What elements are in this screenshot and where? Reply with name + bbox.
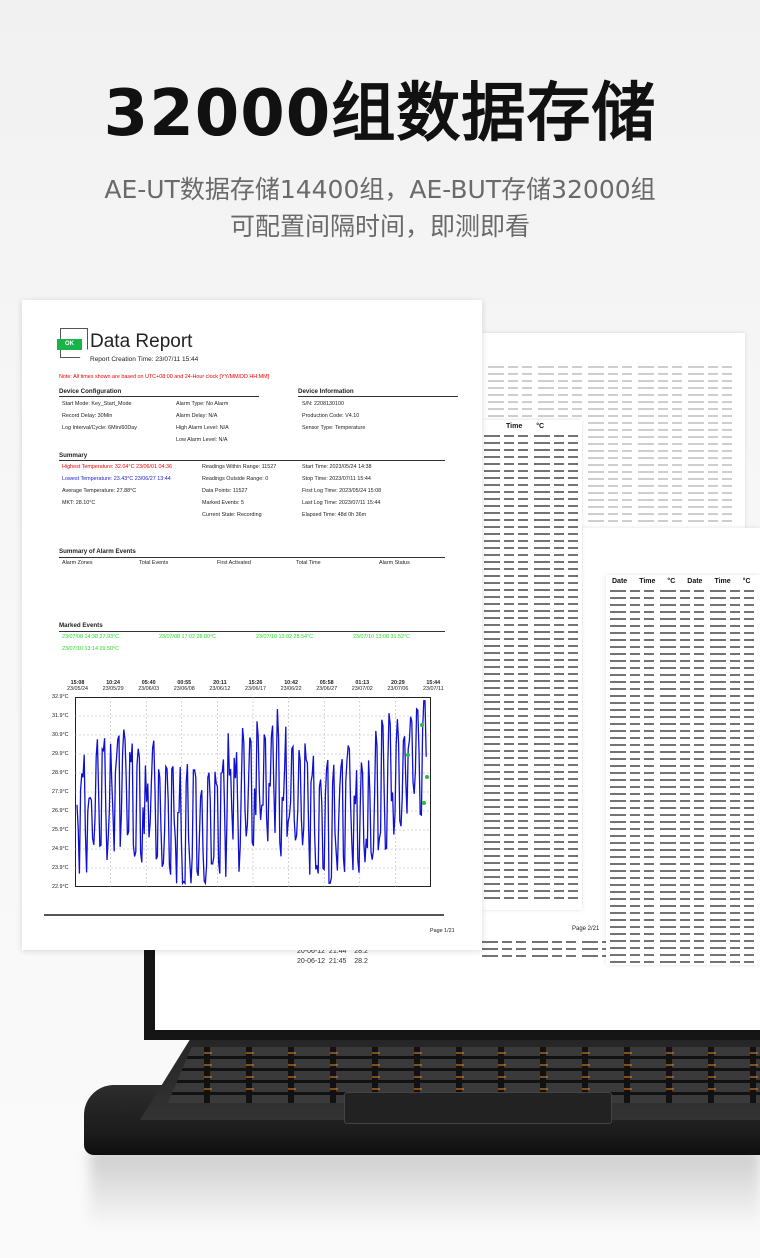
summary-item: Last Log Time: 2023/07/11 15:44 [302,500,381,506]
subtitle-line-2: 可配置间隔时间，即测即看 [229,212,530,241]
page-label: Page 1/21 [430,928,455,934]
config-item: Record Delay: 30Min [62,413,113,419]
subtitle-line-1: AE-UT数据存储14400组，AE-BUT存储32000组 [104,175,656,204]
lowest-temp: Lowest Temperature: 23.43°C 23/06/27 13:… [62,476,171,482]
info-item: Sensor Type: Temperature [302,425,366,431]
temperature-chart [75,697,431,887]
table-rows-fragment [482,938,607,960]
marked-event: 23/07/10 13:02 28.54°C [256,634,314,640]
y-tick-label: 31.9°C [52,713,69,719]
col-header: Time [639,578,656,585]
y-tick-label: 28.9°C [52,770,69,776]
marked-event-point [425,775,429,779]
x-tick-label: 01:13 23/07/02 [351,680,373,692]
config-item: Alarm Delay: N/A [176,413,218,419]
headline: 32000组数据存储 [103,77,657,151]
y-tick-label: 25.9°C [52,827,69,833]
report-creation-time: Report Creation Time: 23/07/11 15:44 [90,356,199,363]
alarm-col: Alarm Zones [62,560,93,566]
summary-item: Start Time: 2023/05/24 14:38 [302,464,372,470]
info-item: Production Code: V4.10 [302,413,360,419]
summary-item: Marked Events: 5 [202,500,244,506]
x-tick-label: 00:55 23/06/08 [173,680,195,692]
y-tick-label: 23.9°C [52,865,69,871]
col-header: °C [667,578,676,585]
report-note: Note: All times shown are based on UTC+0… [59,374,270,380]
summary-item: First Log Time: 2023/05/24 15:08 [302,488,382,494]
config-item: Log Interval/Cycle: 6Min/60Day [62,425,137,431]
x-tick-label: 05:40 23/06/03 [138,680,160,692]
x-tick-label: 10:24 23/05/29 [102,680,124,692]
alarm-col: Total Events [139,560,169,566]
summary-item: Data Points: 11527 [202,488,248,494]
back-row: 20-06-12 21:45 28.2 [297,958,368,965]
summary-item: Average Temperature: 27.88°C [62,488,137,494]
col-header: °C [536,423,545,430]
col-header: Date [612,578,628,585]
col-header: Time [714,578,731,585]
marked-event: 23/07/10 13:08 31.52°C [353,634,411,640]
y-tick-label: 32.9°C [52,694,69,700]
marked-event: 23/07/10 13:14 29.50°C [62,646,120,652]
marked-event: 23/07/08 17:02 28.00°C [159,634,217,640]
y-tick-label: 27.9°C [52,789,69,795]
y-tick-label: 29.9°C [52,751,69,757]
summary-item: MKT: 28.10°C [62,500,96,506]
config-item: Low Alarm Level: N/A [176,437,228,443]
laptop-shadow [90,1150,760,1230]
y-tick-label: 26.9°C [52,808,69,814]
alarm-col: Alarm Status [379,560,410,566]
data-report-page: OK Data Report Report Creation Time: 23/… [22,300,482,950]
touchpad [344,1092,612,1124]
marked-event: 23/07/08 14:38 27.93°C [62,634,120,640]
config-item: High Alarm Level: N/A [176,425,229,431]
y-tick-label: 30.9°C [52,732,69,738]
summary-item: Readings Within Range: 11527 [202,464,277,470]
x-tick-label: 15:08 23/05/24 [67,680,88,692]
info-item: S/N: 2208130100 [302,401,344,407]
x-tick-label: 05:58 23/06/27 [316,680,338,692]
x-tick-label: 20:29 23/07/06 [387,680,409,692]
x-tick-label: 20:11 23/06/12 [209,680,231,692]
summary-item: Stop Time: 2023/07/11 15:44 [302,476,371,482]
marked-event-point [406,753,410,757]
col-header: °C [742,578,751,585]
marked-event-point [422,801,426,805]
x-tick-label: 15:26 23/06/17 [245,680,266,692]
summary-item: Current State: Recording [202,512,262,518]
page-2-label: Page 2/21 [572,926,600,932]
alarm-col: First Activated [217,560,251,566]
temperature-series [76,700,427,886]
summary-item: Readings Outside Range: 0 [202,476,269,482]
y-tick-label: 24.9°C [52,846,69,852]
summary-heading: Summary [59,452,88,459]
device-info-heading: Device Information [298,388,354,395]
marked-event-point [420,723,424,727]
marked-events-heading: Marked Events [59,622,103,629]
device-config-heading: Device Configuration [59,388,122,395]
alarm-col: Total Time [296,560,321,566]
x-tick-label: 15:44 23/07/11 [423,680,444,692]
col-header: Date [687,578,703,585]
config-item: Start Mode: Key_Start_Mode [62,401,132,407]
x-tick-label: 10:42 23/06/22 [280,680,302,692]
report-title: Data Report [90,331,193,352]
config-item: Alarm Type: No Alarm [176,401,229,407]
col-header: Time [506,423,523,430]
back-page-right: Date Time °C Date Time °C [606,575,760,965]
summary-item: Elapsed Time: 48d 0h 36m [302,512,367,518]
ok-badge: OK [57,339,82,350]
alarm-events-heading: Summary of Alarm Events [59,548,136,555]
back-page-table: Time °C [482,420,582,910]
highest-temp: Highest Temperature: 32.04°C 23/06/01 04… [62,464,172,470]
y-tick-label: 22.9°C [52,884,69,890]
